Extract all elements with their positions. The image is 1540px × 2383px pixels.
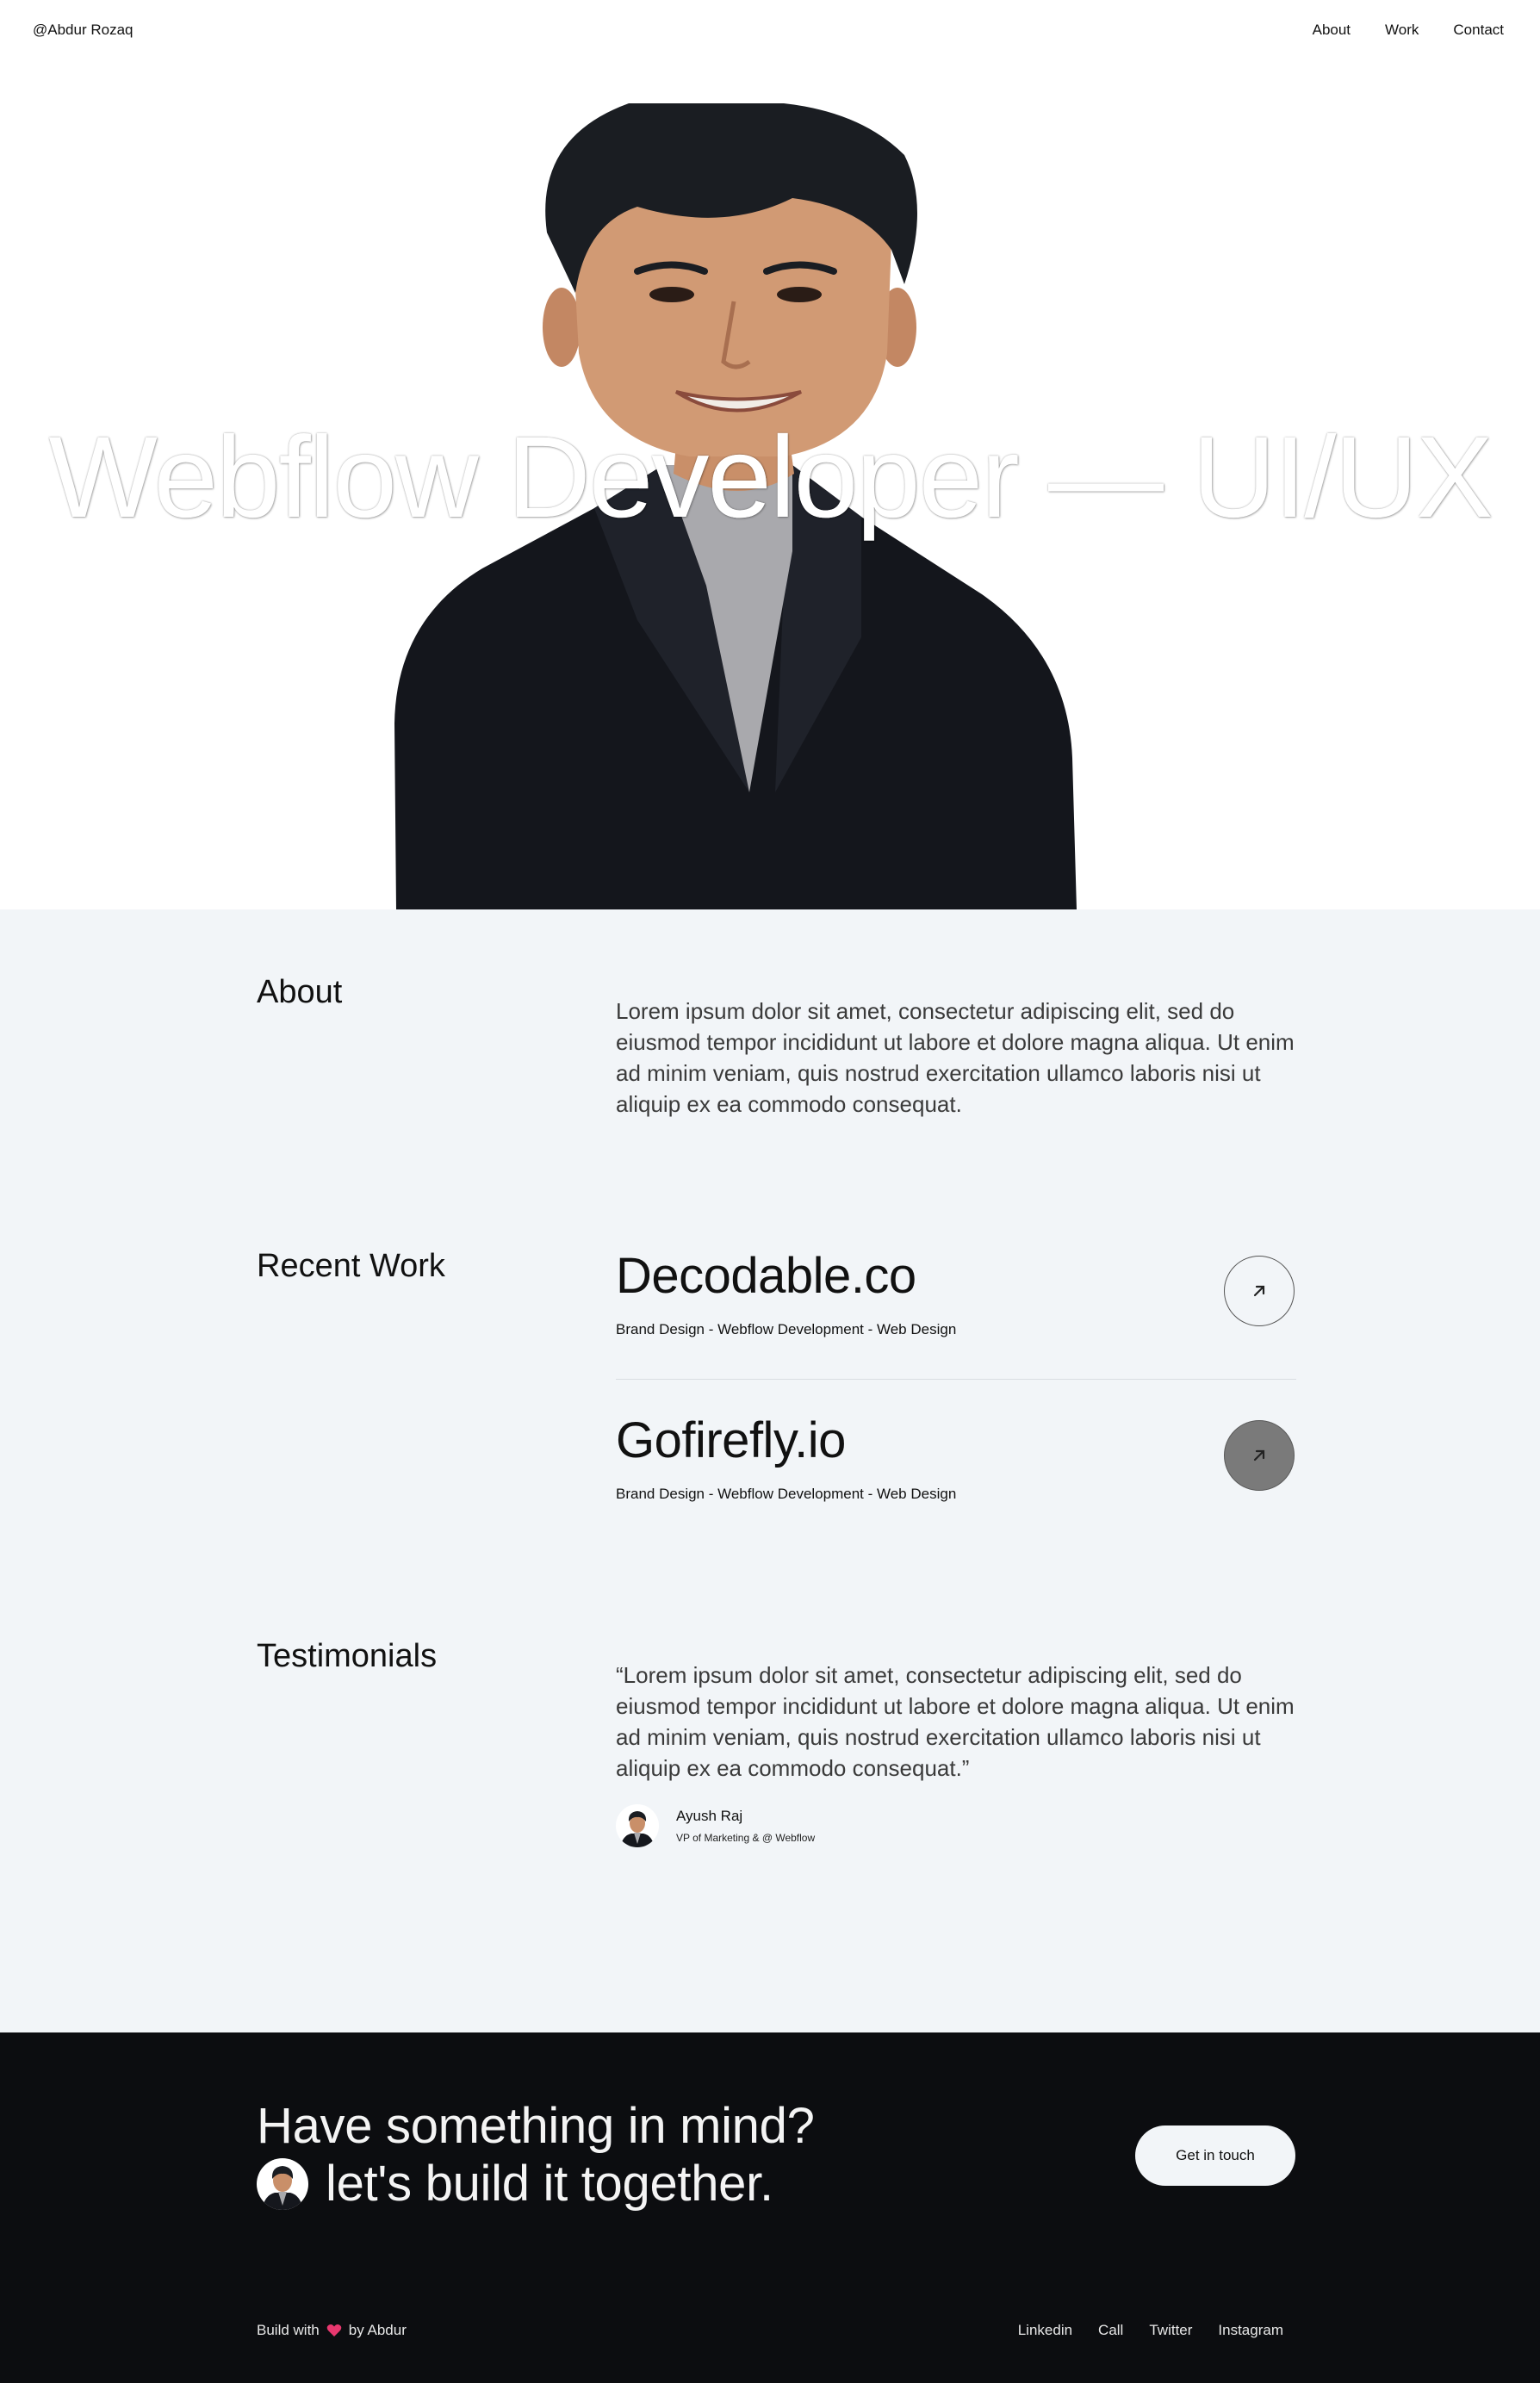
- work-item-gofirefly[interactable]: Gofirefly.io Brand Design - Webflow Deve…: [616, 1412, 1296, 1575]
- cta-heading-line2: let's build it together.: [326, 2156, 773, 2212]
- get-in-touch-button[interactable]: Get in touch: [1135, 2125, 1295, 2186]
- work-link-button[interactable]: [1224, 1256, 1295, 1326]
- about-heading: About: [257, 974, 343, 1010]
- work-title[interactable]: Gofirefly.io: [616, 1412, 846, 1469]
- work-link-button[interactable]: [1224, 1420, 1295, 1491]
- social-link-twitter[interactable]: Twitter: [1149, 2322, 1192, 2339]
- social-link-linkedin[interactable]: Linkedin: [1018, 2322, 1072, 2339]
- main-content: About Lorem ipsum dolor sit amet, consec…: [0, 909, 1540, 2032]
- recent-work-heading: Recent Work: [257, 1248, 445, 1284]
- hero-section: Webflow Developer — UI/UX Webflow Develo…: [0, 0, 1540, 909]
- social-link-instagram[interactable]: Instagram: [1218, 2322, 1283, 2339]
- testimonial-author: Ayush Raj VP of Marketing & @ Webflow: [616, 1802, 815, 1850]
- credit-prefix: Build with: [257, 2322, 320, 2338]
- top-nav: @Abdur Rozaq About Work Contact: [0, 0, 1540, 60]
- avatar: [616, 1804, 659, 1847]
- credit-suffix: by Abdur: [348, 2322, 407, 2338]
- nav-links: About Work Contact: [1313, 22, 1504, 39]
- about-text: Lorem ipsum dolor sit amet, consectetur …: [616, 998, 1295, 1117]
- heart-icon: [326, 2324, 342, 2336]
- author-role: VP of Marketing & @ Webflow: [676, 1832, 816, 1844]
- work-tags: Brand Design - Webflow Development - Web…: [616, 1486, 957, 1502]
- avatar: [257, 2158, 308, 2210]
- author-name: Ayush Raj: [676, 1808, 743, 1824]
- work-title[interactable]: Decodable.co: [616, 1247, 916, 1305]
- social-links: Linkedin Call Twitter Instagram: [1018, 2322, 1283, 2339]
- nav-link-about[interactable]: About: [1313, 22, 1351, 39]
- work-divider: [616, 1379, 1296, 1380]
- footer-credit: Build with by Abdur: [257, 2322, 407, 2339]
- work-item-decodable[interactable]: Decodable.co Brand Design - Webflow Deve…: [616, 1247, 1296, 1411]
- testimonial-quote: “Lorem ipsum dolor sit amet, consectetur…: [616, 1662, 1295, 1781]
- arrow-up-right-icon: [1253, 1285, 1265, 1297]
- testimonials-heading: Testimonials: [257, 1638, 438, 1674]
- work-tags: Brand Design - Webflow Development - Web…: [616, 1321, 957, 1337]
- nav-link-contact[interactable]: Contact: [1453, 22, 1504, 39]
- social-link-call[interactable]: Call: [1098, 2322, 1123, 2339]
- cta-heading-line1: Have something in mind?: [257, 2098, 815, 2154]
- nav-link-work[interactable]: Work: [1385, 22, 1419, 39]
- arrow-up-right-icon: [1253, 1449, 1265, 1461]
- footer: Have something in mind? let's build it t…: [0, 2032, 1540, 2383]
- brand-link[interactable]: @Abdur Rozaq: [33, 22, 134, 39]
- author-meta: Ayush Raj VP of Marketing & @ Webflow: [676, 1808, 815, 1844]
